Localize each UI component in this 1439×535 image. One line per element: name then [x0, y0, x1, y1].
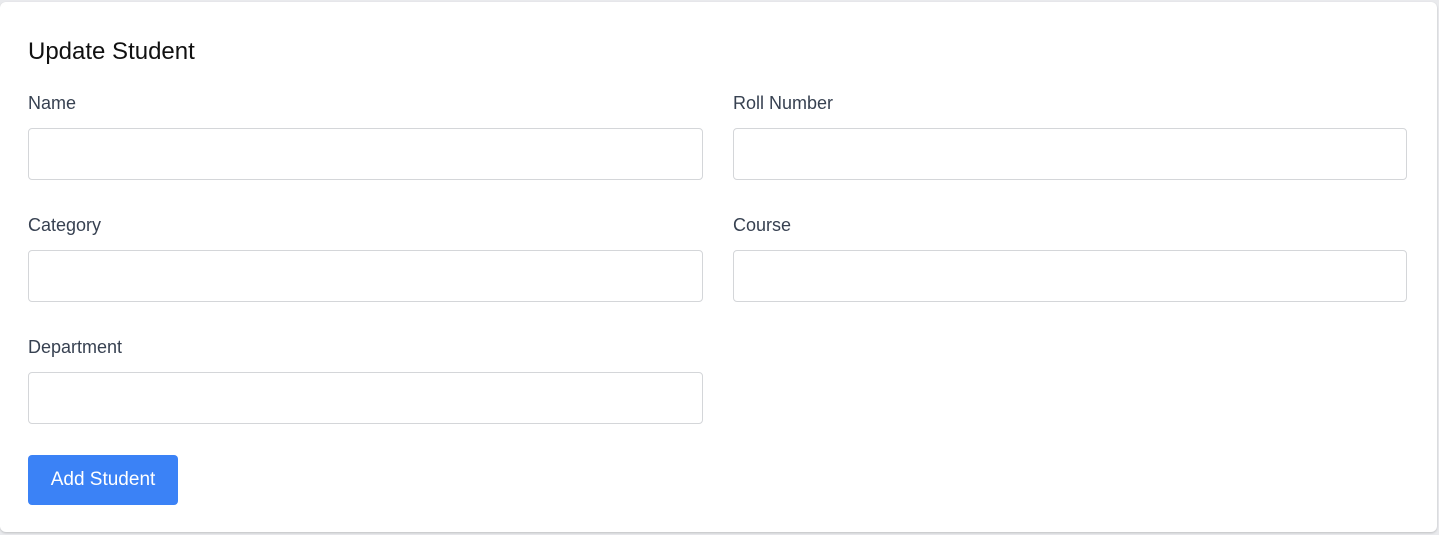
course-label: Course	[733, 215, 792, 235]
course-input[interactable]	[733, 250, 1407, 302]
name-field-group: Name	[28, 92, 703, 180]
update-student-card: Update Student Name Roll Number Category…	[0, 2, 1437, 532]
form-title: Update Student	[28, 38, 195, 65]
department-label: Department	[28, 337, 123, 357]
roll-number-input[interactable]	[733, 128, 1407, 180]
add-student-button[interactable]: Add Student	[28, 455, 178, 505]
name-input[interactable]	[28, 128, 703, 180]
course-field-group: Course	[733, 214, 1408, 302]
roll-number-label: Roll Number	[733, 93, 834, 113]
category-field-group: Category	[28, 214, 703, 302]
category-input[interactable]	[28, 250, 703, 302]
name-label: Name	[28, 93, 77, 113]
department-field-group: Department	[28, 336, 703, 424]
department-input[interactable]	[28, 372, 703, 424]
roll-number-field-group: Roll Number	[733, 92, 1408, 180]
category-label: Category	[28, 215, 102, 235]
